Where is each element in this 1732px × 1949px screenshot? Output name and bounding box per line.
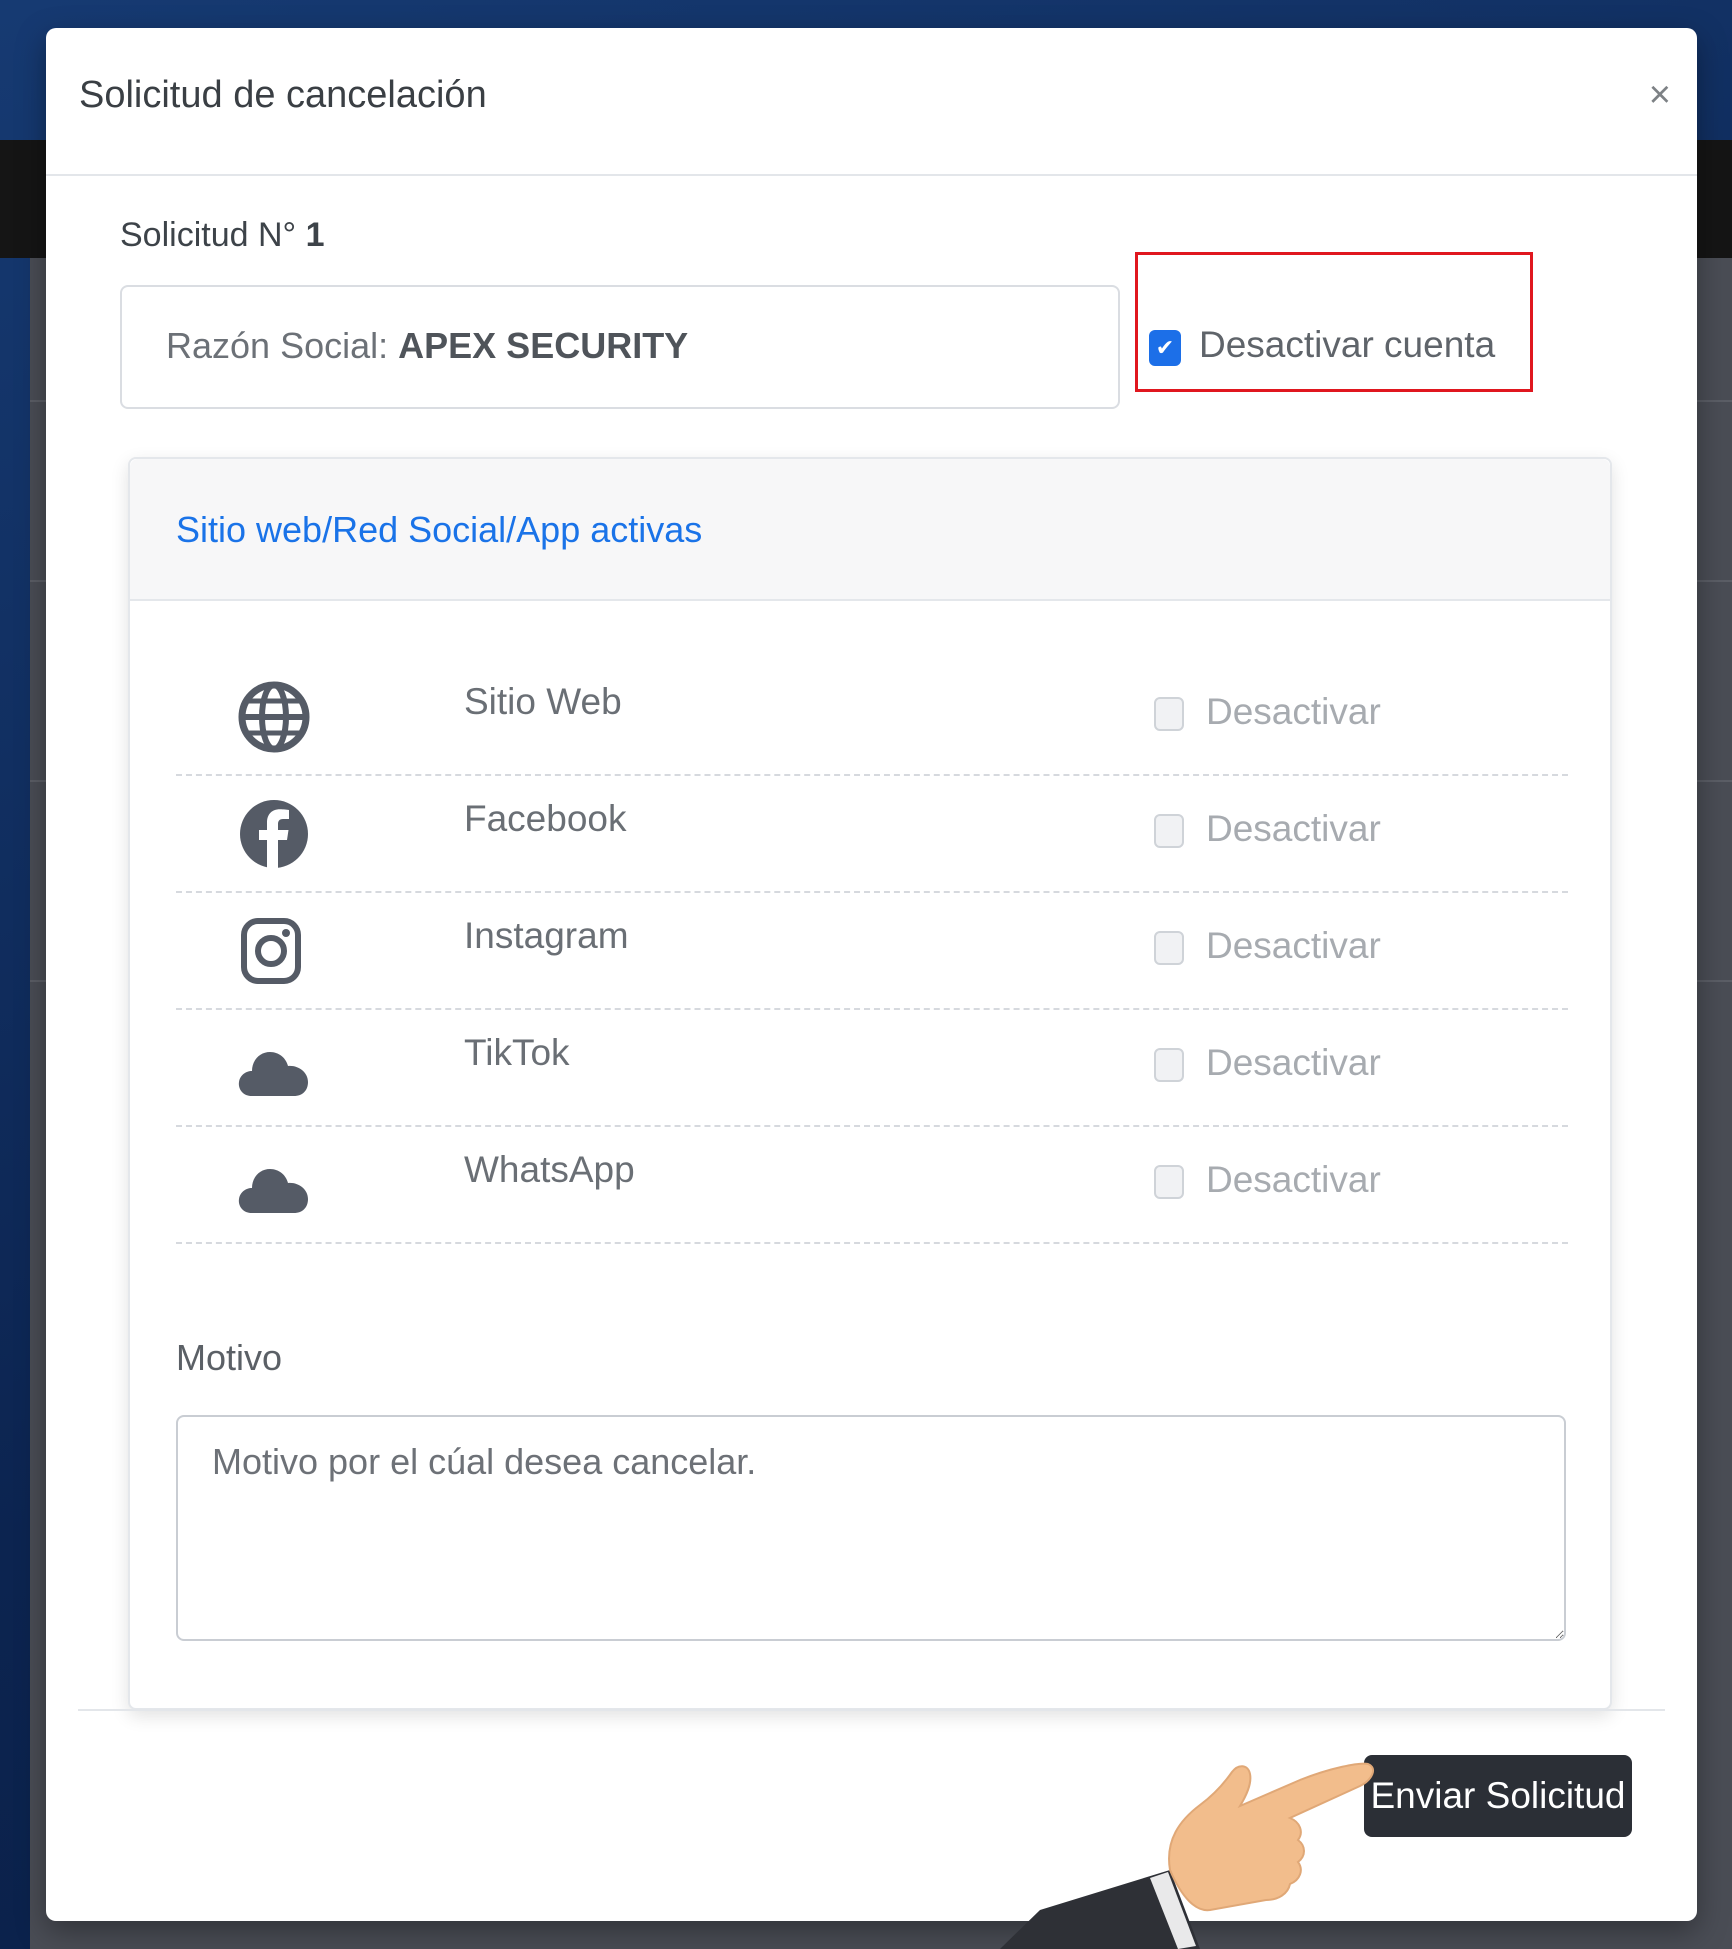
platform-row-whatsapp: WhatsApp Desactivar: [176, 1125, 1568, 1244]
platforms-card-header: Sitio web/Red Social/App activas: [130, 459, 1610, 601]
cloud-icon: [238, 1052, 308, 1096]
footer-divider: [78, 1709, 1665, 1711]
request-label: Solicitud N°: [120, 216, 297, 254]
company-field: Razón Social: APEX SECURITY: [120, 285, 1120, 409]
deactivate-label[interactable]: Desactivar: [1206, 1042, 1381, 1084]
deactivate-whatsapp-checkbox[interactable]: [1154, 1165, 1184, 1199]
platforms-title: Sitio web/Red Social/App activas: [176, 509, 703, 550]
request-number: Solicitud N° 1: [120, 216, 324, 255]
deactivate-facebook-checkbox[interactable]: [1154, 814, 1184, 848]
deactivate-account-label[interactable]: Desactivar cuenta: [1199, 324, 1495, 366]
modal-title: Solicitud de cancelación: [79, 74, 487, 116]
reason-textarea[interactable]: [176, 1415, 1566, 1641]
platform-row-tiktok: TikTok Desactivar: [176, 1008, 1568, 1127]
platform-name: Instagram: [464, 915, 629, 956]
facebook-icon: [240, 800, 308, 868]
platform-name: Facebook: [464, 798, 627, 839]
close-button[interactable]: ×: [1649, 76, 1671, 114]
deactivate-label[interactable]: Desactivar: [1206, 691, 1381, 733]
platform-row-sitio-web: Sitio Web Desactivar: [176, 657, 1568, 776]
platform-row-instagram: Instagram Desactivar: [176, 891, 1568, 1010]
deactivate-label[interactable]: Desactivar: [1206, 1159, 1381, 1201]
highlight-box: [1135, 252, 1533, 392]
cloud-icon: [238, 1169, 308, 1213]
request-number-value: 1: [305, 216, 325, 254]
platforms-card: Sitio web/Red Social/App activas Sitio W…: [128, 457, 1612, 1710]
deactivate-account-checkbox[interactable]: ✔: [1149, 330, 1181, 366]
deactivate-tiktok-checkbox[interactable]: [1154, 1048, 1184, 1082]
reason-label: Motivo: [176, 1337, 283, 1378]
globe-icon: [238, 681, 310, 753]
modal-header: Solicitud de cancelación ×: [46, 28, 1697, 176]
deactivate-sitio-web-checkbox[interactable]: [1154, 697, 1184, 731]
platform-row-facebook: Facebook Desactivar: [176, 774, 1568, 893]
instagram-icon: [241, 918, 301, 984]
deactivate-label[interactable]: Desactivar: [1206, 925, 1381, 967]
deactivate-label[interactable]: Desactivar: [1206, 808, 1381, 850]
platform-name: Sitio Web: [464, 681, 622, 722]
cancellation-modal: Solicitud de cancelación × Solicitud N° …: [46, 28, 1697, 1921]
company-label: Razón Social:: [166, 325, 389, 366]
deactivate-instagram-checkbox[interactable]: [1154, 931, 1184, 965]
pointing-hand-icon: [1000, 1762, 1375, 1949]
company-name: APEX SECURITY: [398, 325, 689, 366]
platform-name: WhatsApp: [464, 1149, 635, 1190]
platform-name: TikTok: [464, 1032, 570, 1073]
